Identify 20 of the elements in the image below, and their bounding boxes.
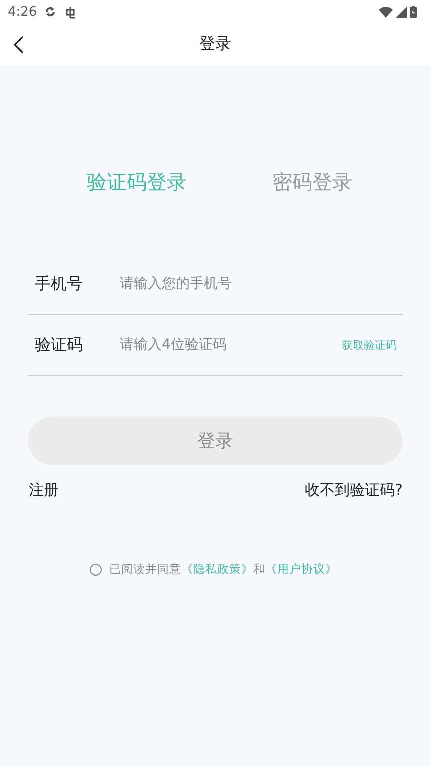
sync-icon: [45, 6, 56, 18]
privacy-policy-link[interactable]: 《隐私政策》: [182, 562, 254, 576]
clock-time: 4:26: [8, 4, 38, 20]
field-label: 手机号: [35, 274, 84, 294]
field-label: 验证码: [35, 334, 84, 356]
no-code-link[interactable]: 收不到验证码?: [305, 481, 403, 500]
signal-icon: [396, 6, 407, 18]
battery-icon: [410, 6, 417, 18]
login-tab[interactable]: 验证码登录: [86, 169, 187, 196]
login-tab[interactable]: 密码登录: [272, 169, 352, 196]
agreement-checkbox[interactable]: [90, 564, 102, 576]
input-field[interactable]: 请输入4位验证码: [120, 337, 342, 353]
wifi-icon: [379, 6, 393, 18]
input-field[interactable]: 请输入您的手机号: [120, 276, 397, 292]
get-code-link[interactable]: 获取验证码: [342, 338, 397, 352]
page-title: 登录: [200, 34, 232, 55]
back-icon[interactable]: [13, 36, 25, 54]
agreement-text: 已阅读并同意《隐私政策》和《用户协议》: [110, 562, 338, 577]
user-agreement-link[interactable]: 《用户协议》: [266, 562, 338, 576]
register-link[interactable]: 注册: [29, 481, 59, 500]
